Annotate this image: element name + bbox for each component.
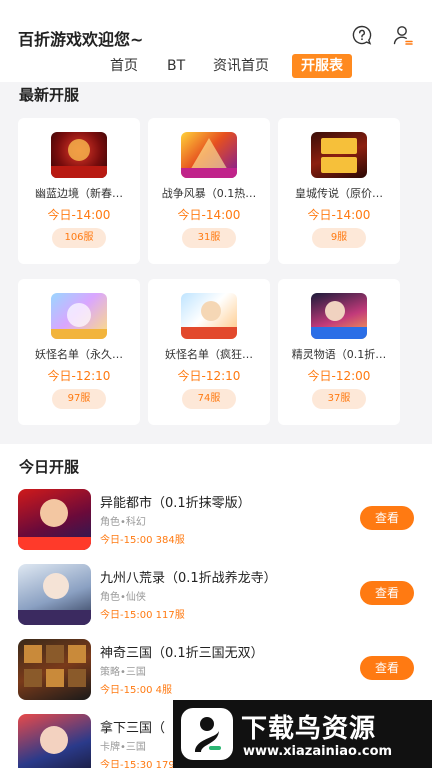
server-card[interactable]: 妖怪名单（永久… 今日-12:10 97服 xyxy=(18,279,140,425)
game-name: 拿下三国（ xyxy=(100,721,166,736)
game-name: 神奇三国（0.1折三国无双） xyxy=(100,646,264,661)
game-icon xyxy=(311,293,367,339)
game-icon xyxy=(51,132,107,178)
open-time: 今日-12:10 xyxy=(177,369,241,383)
tab-home[interactable]: 首页 xyxy=(110,54,138,78)
bird-logo-icon xyxy=(181,708,233,760)
game-category: 角色•仙侠 xyxy=(100,592,146,603)
game-category: 卡牌•三国 xyxy=(100,742,146,753)
game-icon xyxy=(181,293,237,339)
open-time: 今日-12:10 xyxy=(47,369,111,383)
open-time: 今日-14:00 xyxy=(47,208,111,222)
game-name: 异能都市（0.1折抹零版） xyxy=(100,496,251,511)
app-header: 百折游戏欢迎您~ 首页 BT 资讯首页 开服表 xyxy=(0,0,432,82)
server-count-badge: 9服 xyxy=(312,228,366,248)
game-name: 妖怪名单（永久… xyxy=(35,348,123,361)
game-name: 九州八荒录（0.1折战养龙寺） xyxy=(100,571,277,586)
open-time: 今日-14:00 xyxy=(177,208,241,222)
server-card[interactable]: 幽蓝边境（新春… 今日-14:00 106服 xyxy=(18,118,140,264)
game-icon xyxy=(18,639,91,700)
tab-bt[interactable]: BT xyxy=(167,54,185,78)
app-title: 百折游戏欢迎您~ xyxy=(18,30,144,49)
watermark-url: www.xiazainiao.com xyxy=(243,744,393,759)
server-count-badge: 31服 xyxy=(182,228,236,248)
list-item[interactable]: 九州八荒录（0.1折战养龙寺） 角色•仙侠 今日-15:00 117服 查看 xyxy=(0,564,432,638)
tab-news[interactable]: 资讯首页 xyxy=(213,54,269,78)
user-icon[interactable] xyxy=(392,24,414,46)
server-card[interactable]: 精灵物语（0.1折… 今日-12:00 37服 xyxy=(278,279,400,425)
open-time: 今日-15:00 4服 xyxy=(100,685,172,696)
game-name: 精灵物语（0.1折… xyxy=(291,348,387,361)
game-icon xyxy=(51,293,107,339)
open-time: 今日-12:00 xyxy=(307,369,371,383)
game-name: 幽蓝边境（新春… xyxy=(35,187,123,200)
view-button[interactable]: 查看 xyxy=(360,656,414,680)
today-section-title: 今日开服 xyxy=(19,458,80,476)
server-card[interactable]: 战争风暴（0.1热… 今日-14:00 31服 xyxy=(148,118,270,264)
game-name: 战争风暴（0.1热… xyxy=(161,187,257,200)
tab-server-list[interactable]: 开服表 xyxy=(292,54,352,78)
game-icon xyxy=(18,489,91,550)
top-tabs: 首页 BT 资讯首页 开服表 xyxy=(0,52,432,80)
latest-section-title: 最新开服 xyxy=(19,86,80,104)
game-icon xyxy=(18,714,91,768)
game-name: 皇城传说（原价… xyxy=(295,187,383,200)
server-count-badge: 106服 xyxy=(52,228,106,248)
open-time: 今日-14:00 xyxy=(307,208,371,222)
open-time: 今日-15:00 384服 xyxy=(100,535,185,546)
server-card[interactable]: 妖怪名单（疯狂… 今日-12:10 74服 xyxy=(148,279,270,425)
game-icon xyxy=(181,132,237,178)
view-button[interactable]: 查看 xyxy=(360,581,414,605)
server-count-badge: 37服 xyxy=(312,389,366,409)
open-time: 今日-15:30 179服 xyxy=(100,760,185,768)
game-category: 策略•三国 xyxy=(100,667,146,678)
help-chat-icon[interactable] xyxy=(351,24,373,46)
view-button[interactable]: 查看 xyxy=(360,506,414,530)
game-icon xyxy=(311,132,367,178)
game-name: 妖怪名单（疯狂… xyxy=(165,348,253,361)
game-icon xyxy=(18,564,91,625)
watermark-banner: 下载鸟资源 www.xiazainiao.com xyxy=(173,700,432,768)
server-count-badge: 74服 xyxy=(182,389,236,409)
game-category: 角色•科幻 xyxy=(100,517,146,528)
watermark-title: 下载鸟资源 xyxy=(241,714,377,744)
server-count-badge: 97服 xyxy=(52,389,106,409)
list-item[interactable]: 异能都市（0.1折抹零版） 角色•科幻 今日-15:00 384服 查看 xyxy=(0,489,432,563)
server-card[interactable]: 皇城传说（原价… 今日-14:00 9服 xyxy=(278,118,400,264)
open-time: 今日-15:00 117服 xyxy=(100,610,185,621)
